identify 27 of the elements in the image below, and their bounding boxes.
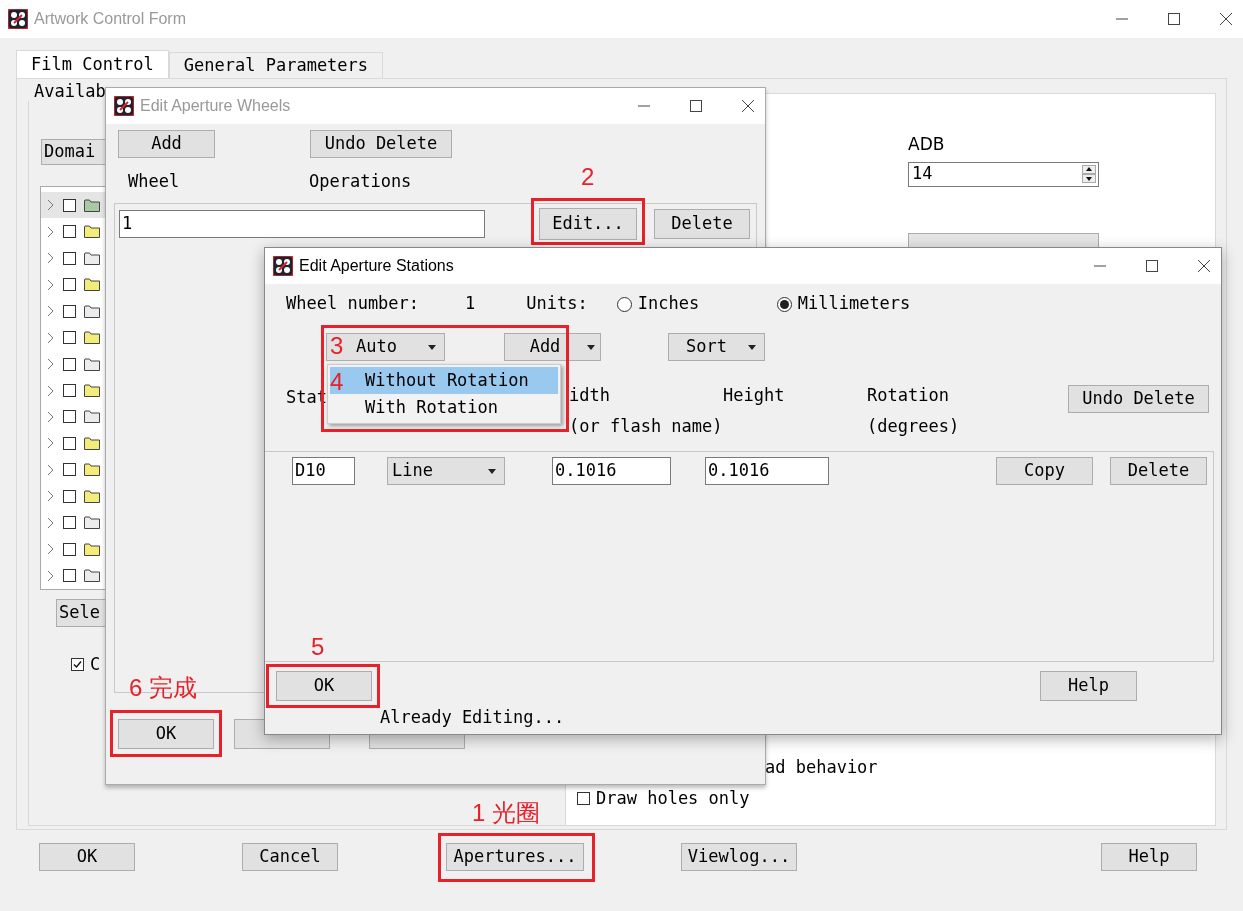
radio-label: Inches (637, 292, 700, 316)
annotation-label: 6 完成 (129, 676, 197, 700)
annotation-label: 1 光圈 (472, 801, 540, 825)
annotation-label: 5 (311, 635, 325, 659)
column-header: idth (569, 384, 610, 407)
column-header: Rotation (867, 384, 949, 407)
column-subheader: (degrees) (867, 414, 960, 438)
window-title: Artwork Control Form (34, 9, 187, 29)
radio-label: Millimeters (797, 292, 911, 316)
annotation-label: 4 (330, 370, 344, 394)
field-label: Wheel number: (286, 292, 420, 316)
adb-label: ADB (908, 133, 946, 156)
annotation-label: 3 (330, 334, 344, 358)
column-subheader: (or flash name) (569, 414, 723, 438)
group-label: Availab (34, 81, 107, 101)
status-text: Already Editing... (380, 706, 566, 729)
checkbox-label: C (90, 653, 101, 676)
annotation-label: 2 (581, 165, 595, 189)
checkbox-label: Draw holes only (596, 787, 750, 810)
window-title: Edit Aperture Wheels (140, 96, 291, 116)
column-header: Wheel (128, 170, 181, 194)
column-header: Height (723, 384, 785, 407)
window-title: Edit Aperture Stations (299, 256, 454, 276)
wheel-number: 1 (465, 292, 476, 316)
option-label: ad behavior (765, 755, 879, 779)
field-label: Units: (526, 292, 588, 316)
column-header: Operations (309, 170, 412, 194)
